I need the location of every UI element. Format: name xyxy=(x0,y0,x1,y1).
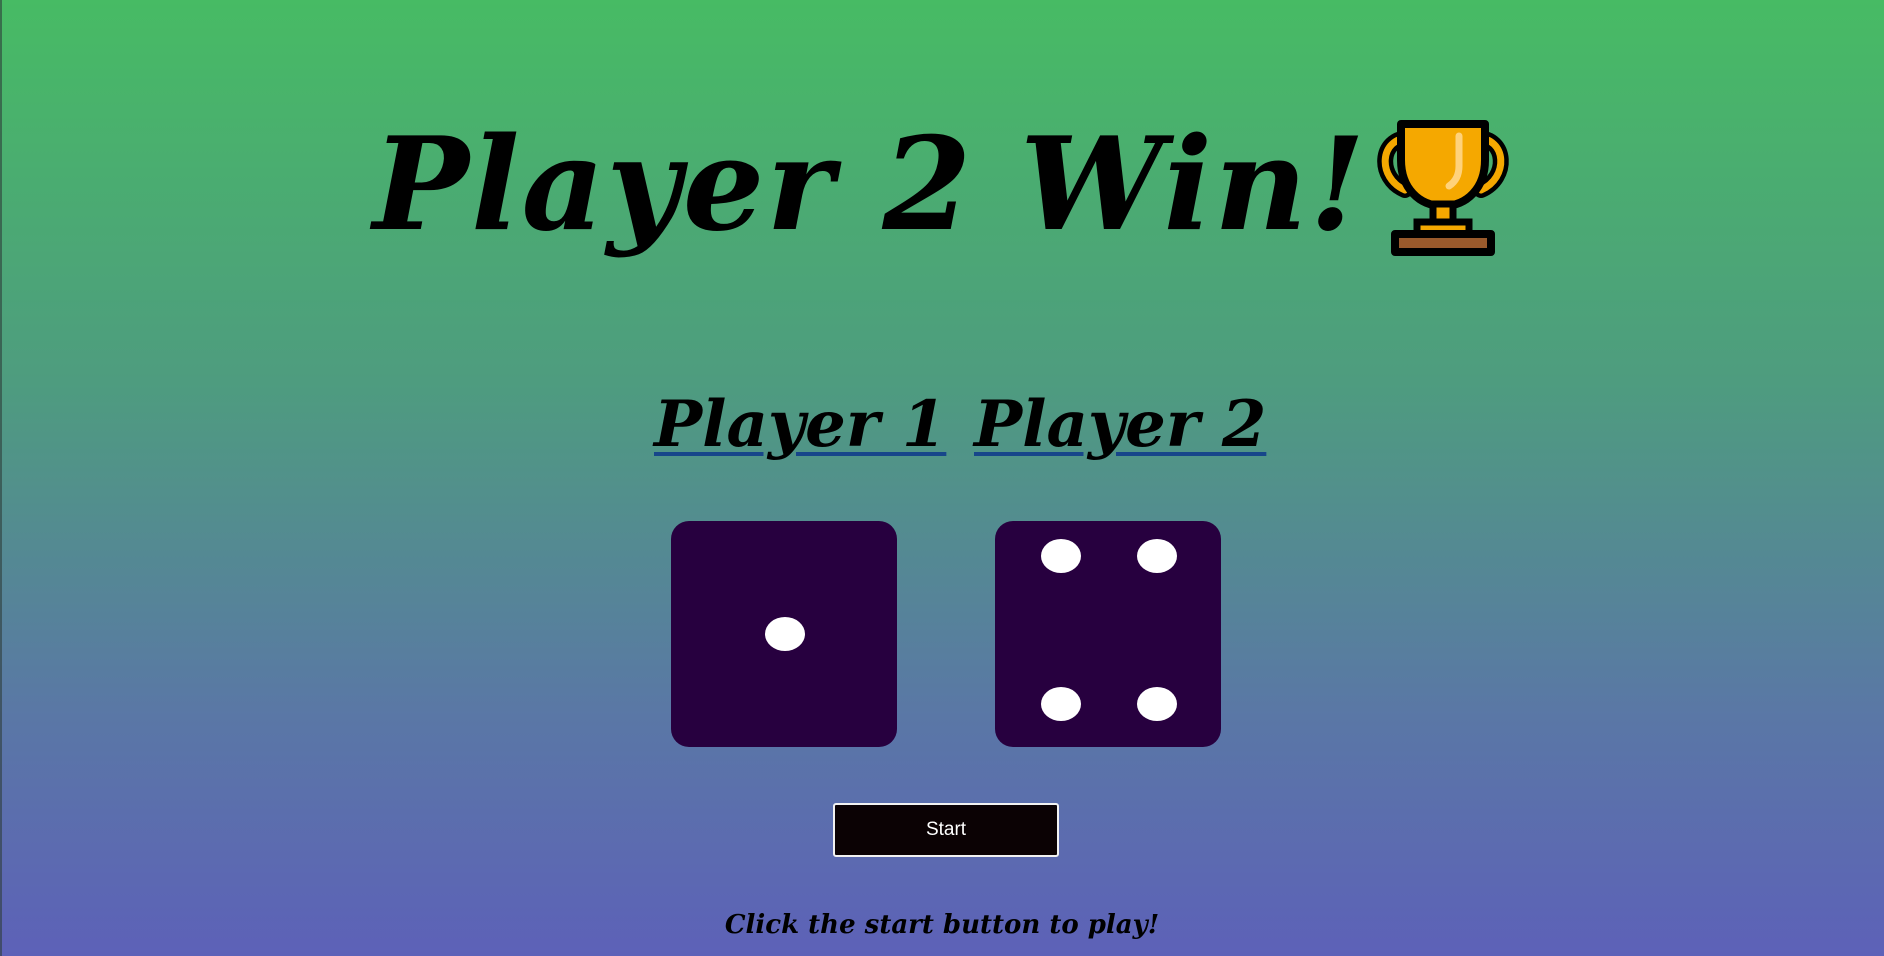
trophy-icon xyxy=(1375,116,1511,260)
player-2-label: Player 2 xyxy=(974,387,1267,462)
die-pip xyxy=(765,617,805,651)
start-button[interactable]: Start xyxy=(833,803,1059,857)
die-pip xyxy=(1041,687,1081,721)
die-pip xyxy=(1041,539,1081,573)
die-pip xyxy=(1137,687,1177,721)
die-pip xyxy=(1137,539,1177,573)
player-1-label: Player 1 xyxy=(654,387,947,462)
player-2-die xyxy=(995,521,1221,747)
player-1-die xyxy=(671,521,897,747)
result-title: Player 2 Win! xyxy=(0,100,1884,270)
instruction-text: Click the start button to play! xyxy=(724,910,1160,940)
result-title-text: Player 2 Win! xyxy=(372,110,1368,260)
